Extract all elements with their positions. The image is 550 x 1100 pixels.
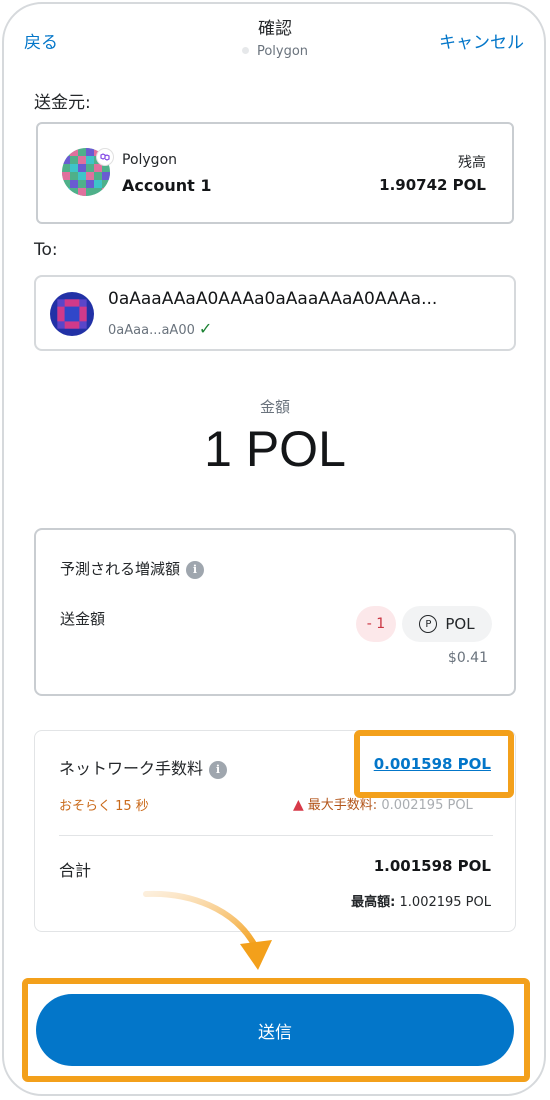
to-label: To: xyxy=(34,240,58,260)
token-pill: P POL xyxy=(402,606,492,642)
fiat-value: $0.41 xyxy=(447,650,488,666)
max-fee-label: 最大手数料: xyxy=(307,798,378,813)
token-symbol: POL xyxy=(445,615,475,633)
info-icon[interactable]: i xyxy=(186,560,205,579)
recipient-short-text: 0aAaa...aA00 xyxy=(108,323,195,338)
balance-value: 1.90742 POL xyxy=(379,176,486,194)
recipient-address: 0aAaaAAaA0AAAa0aAaaAAaA0AAAa... xyxy=(108,289,438,309)
recipient-avatar xyxy=(50,292,94,336)
polygon-network-icon xyxy=(96,148,114,166)
amount-label: 金額 xyxy=(259,398,290,416)
header: 戻る 確認 Polygon キャンセル xyxy=(0,0,550,80)
from-network-name: Polygon xyxy=(122,152,178,168)
fee-highlight-box xyxy=(354,730,514,798)
checkmark-icon: ✓ xyxy=(198,319,213,338)
max-total-value: 1.002195 POL xyxy=(399,895,491,910)
fee-info-icon[interactable]: i xyxy=(209,760,228,779)
network-name: Polygon xyxy=(256,44,309,59)
cancel-button[interactable]: キャンセル xyxy=(439,28,524,53)
amount-value: 1 POL xyxy=(204,421,346,477)
from-label: 送金元: xyxy=(34,93,91,113)
negative-change-badge: - 1 xyxy=(356,606,396,642)
network-fee-title: ネットワーク手数料 i xyxy=(59,755,228,779)
recipient-short-address: 0aAaa...aA00 ✓ xyxy=(108,319,212,338)
send-amount-label: 送金額 xyxy=(60,610,106,628)
send-button[interactable]: 送信 xyxy=(36,994,514,1066)
max-total-label: 最高額: xyxy=(351,895,396,910)
total-label: 合計 xyxy=(59,861,92,880)
from-account-name: Account 1 xyxy=(122,176,212,195)
pol-token-icon: P xyxy=(419,615,438,633)
estimated-changes-card: 予測される増減額 i 送金額 - 1 P POL $0.41 xyxy=(34,528,516,696)
max-total: 最高額: 1.002195 POL xyxy=(351,891,491,910)
divider xyxy=(59,835,493,836)
estimated-changes-title: 予測される増減額 i xyxy=(60,558,205,579)
fee-eta: おそらく 15 秒 xyxy=(59,799,149,814)
total-value: 1.001598 POL xyxy=(373,857,491,875)
recipient-card[interactable]: 0aAaaAAaA0AAAa0aAaaAAaA0AAAa... 0aAaa...… xyxy=(34,275,516,351)
estimated-changes-title-text: 予測される増減額 xyxy=(60,560,181,578)
from-account-card[interactable]: Polygon Account 1 残高 1.90742 POL xyxy=(36,122,514,224)
max-fee-value: 0.002195 POL xyxy=(381,798,473,813)
warning-icon: ▲ xyxy=(293,797,304,813)
annotation-arrow-icon xyxy=(143,890,272,970)
balance-label: 残高 xyxy=(458,155,486,171)
network-fee-title-text: ネットワーク手数料 xyxy=(59,759,204,778)
network-dot-icon xyxy=(241,47,249,54)
